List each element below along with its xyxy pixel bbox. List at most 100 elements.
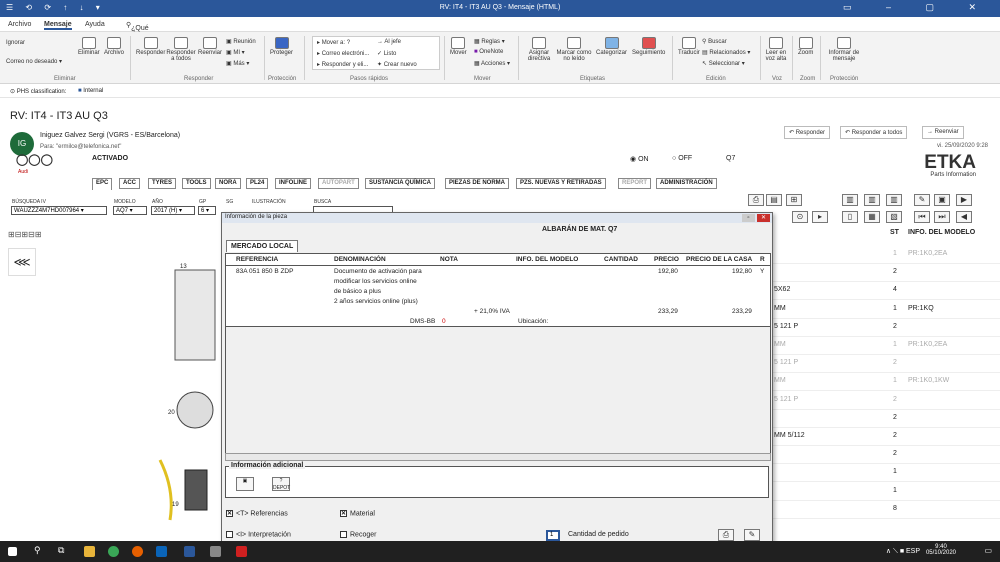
- forward-arrow-icon[interactable]: ▸: [812, 211, 828, 223]
- report-message-button[interactable]: Informar de mensaje: [826, 37, 862, 62]
- tab-archivo[interactable]: Archivo: [8, 21, 31, 28]
- im-button[interactable]: ▣ MI ▾: [226, 49, 245, 56]
- callout-20[interactable]: 20: [168, 410, 175, 416]
- tab-mercado-local[interactable]: MERCADO LOCAL: [226, 240, 299, 252]
- image-icon[interactable]: ▧: [886, 211, 902, 223]
- car-info-icon[interactable]: ▣: [236, 477, 254, 491]
- etka-tab-infoline[interactable]: INFOLINE: [275, 178, 311, 189]
- protect-button[interactable]: Proteger: [270, 37, 293, 56]
- recipient-line[interactable]: Para: "ermilce@telefonica.net": [40, 144, 121, 150]
- zoom-button[interactable]: Zoom: [798, 37, 813, 56]
- read-aloud-button[interactable]: Leer en voz alta: [764, 37, 788, 62]
- more-button[interactable]: ▣ Más ▾: [226, 60, 249, 67]
- horizontal-scrollbar[interactable]: [225, 453, 771, 461]
- book-icon[interactable]: ▣: [934, 194, 950, 206]
- parts-list-row[interactable]: MM 1 PR:1KQ: [772, 301, 1000, 319]
- parts-list-row[interactable]: 5 121 P 2: [772, 392, 1000, 410]
- interpretation-checkbox[interactable]: <I> Interpretación: [226, 531, 291, 538]
- quick-steps-gallery[interactable]: ▸ Mover a: ? ▸ Correo electróni... ▸ Res…: [312, 36, 440, 70]
- etka-tab-tyres[interactable]: TYRES: [148, 178, 177, 189]
- delete-button[interactable]: Eliminar: [78, 37, 100, 56]
- etka-tab-epc[interactable]: EPC: [92, 178, 113, 190]
- list-icon[interactable]: ▦: [864, 211, 880, 223]
- document-icon[interactable]: ▤: [766, 194, 782, 206]
- model-select[interactable]: AQ7 ▾: [113, 206, 147, 215]
- parts-list-row[interactable]: 2: [772, 446, 1000, 465]
- etka-tab-administracion[interactable]: ADMINISTRACIÓN: [656, 178, 717, 189]
- filter-icon[interactable]: ▯: [842, 211, 858, 223]
- printer-icon[interactable]: ⎙: [718, 529, 734, 541]
- share-icon[interactable]: ⋘: [8, 248, 36, 276]
- windows-start-icon[interactable]: [8, 547, 17, 556]
- close-icon[interactable]: ✕: [757, 214, 770, 222]
- junk-button[interactable]: Correo no deseado ▾: [6, 58, 62, 65]
- references-checkbox[interactable]: ✕ <T> Referencias: [226, 510, 288, 517]
- callout-13[interactable]: 13: [180, 264, 187, 270]
- ignore-button[interactable]: Ignorar: [6, 40, 25, 46]
- etka-tab-sustancia[interactable]: SUSTANCIA QUÍMICA: [365, 178, 435, 189]
- parts-list-row[interactable]: 5 121 P 2: [772, 319, 1000, 337]
- etka-tab-tools[interactable]: TOOLS: [182, 178, 211, 189]
- car-icon[interactable]: ⊙: [792, 211, 808, 223]
- tab-ayuda[interactable]: Ayuda: [85, 21, 105, 28]
- system-tray[interactable]: ∧ ⟍ ■ ESP: [886, 547, 920, 556]
- material-checkbox[interactable]: ✕ Material: [340, 510, 375, 517]
- depot-icon[interactable]: ▥: [864, 194, 880, 206]
- callout-19[interactable]: 19: [172, 502, 179, 508]
- year-select[interactable]: 2017 (H) ▾: [151, 206, 195, 215]
- rules-button[interactable]: ▦ Reglas ▾: [474, 38, 505, 45]
- archive-button[interactable]: Archivo: [104, 37, 124, 56]
- app-icon[interactable]: [210, 546, 221, 557]
- word-icon[interactable]: [184, 546, 195, 557]
- reply-button[interactable]: Responder: [136, 37, 165, 56]
- part-reference[interactable]: 83A 051 850 B ZDP: [236, 268, 293, 275]
- parts-list-row[interactable]: 5X62 4: [772, 282, 1000, 301]
- collect-checkbox[interactable]: Recoger: [340, 531, 376, 538]
- parts-list-row[interactable]: 5 121 P 2: [772, 355, 1000, 374]
- maximize-icon[interactable]: ▫: [742, 214, 755, 222]
- move-button[interactable]: Mover: [450, 37, 467, 56]
- forward-button[interactable]: Reenviar: [198, 37, 222, 56]
- zoom-tools[interactable]: ⊞⊟⊞⊟⊞: [8, 230, 42, 239]
- parts-list-row[interactable]: MM 1 PR:1K0,2EA: [772, 337, 1000, 355]
- sender-name[interactable]: Iniguez Galvez Sergi (VGRS - ES/Barcelon…: [40, 132, 180, 139]
- onenote-button[interactable]: ■ OneNote: [474, 49, 503, 55]
- order-quantity-input[interactable]: 1: [546, 530, 560, 541]
- gp-select[interactable]: 6 ▾: [198, 206, 216, 215]
- find-button[interactable]: ⚲ Buscar: [702, 38, 727, 45]
- parts-list-row[interactable]: 8: [772, 501, 1000, 519]
- outlook-icon[interactable]: [156, 546, 167, 557]
- etka-tab-autopart[interactable]: AUTOPART: [318, 178, 359, 189]
- file-explorer-icon[interactable]: [84, 546, 95, 557]
- etka-tab-pl24[interactable]: PL24: [246, 178, 269, 189]
- forward-email-button[interactable]: → Reenviar: [922, 126, 964, 139]
- etka-tab-nora[interactable]: NORA: [215, 178, 241, 189]
- actions-button[interactable]: ▦ Acciones ▾: [474, 60, 510, 67]
- glossary-icon[interactable]: ▥: [842, 194, 858, 206]
- qs-email[interactable]: ▸ Correo electróni...: [317, 50, 369, 57]
- qs-done[interactable]: ✓ Listo: [377, 50, 396, 57]
- classification-value[interactable]: ■ Internal: [78, 88, 103, 94]
- cart-icon[interactable]: ⊞: [786, 194, 802, 206]
- firefox-icon[interactable]: [132, 546, 143, 557]
- first-page-icon[interactable]: ⏮: [914, 211, 930, 223]
- print-icon[interactable]: ⎙: [748, 194, 764, 206]
- pin-icon[interactable]: ✎: [914, 194, 930, 206]
- notifications-icon[interactable]: ▭: [984, 546, 992, 555]
- edit-icon[interactable]: ✎: [744, 529, 760, 541]
- translate-button[interactable]: Traducir: [678, 37, 700, 56]
- parts-list-row[interactable]: 2: [772, 410, 1000, 428]
- on-radio[interactable]: ◉ ON: [630, 155, 649, 163]
- assign-policy-button[interactable]: Asignar directiva: [524, 37, 554, 62]
- categorize-button[interactable]: Categorizar: [596, 37, 627, 56]
- etka-tab-piezas-norma[interactable]: PIEZAS DE NORMA: [445, 178, 510, 189]
- task-view-icon[interactable]: ⧉: [58, 545, 64, 556]
- previous-icon[interactable]: ◀: [956, 211, 972, 223]
- qs-boss[interactable]: → Al jefe: [377, 39, 401, 45]
- reply-all-email-button[interactable]: ↶ Responder a todos: [840, 126, 908, 139]
- parts-icon[interactable]: ▥: [886, 194, 902, 206]
- window-controls[interactable]: ▭ – ▢ ✕: [843, 2, 992, 13]
- qs-move[interactable]: ▸ Mover a: ?: [317, 39, 350, 46]
- search-icon[interactable]: ⚲: [34, 545, 41, 556]
- parts-list-row[interactable]: MM 1 PR:1K0,1KW: [772, 373, 1000, 392]
